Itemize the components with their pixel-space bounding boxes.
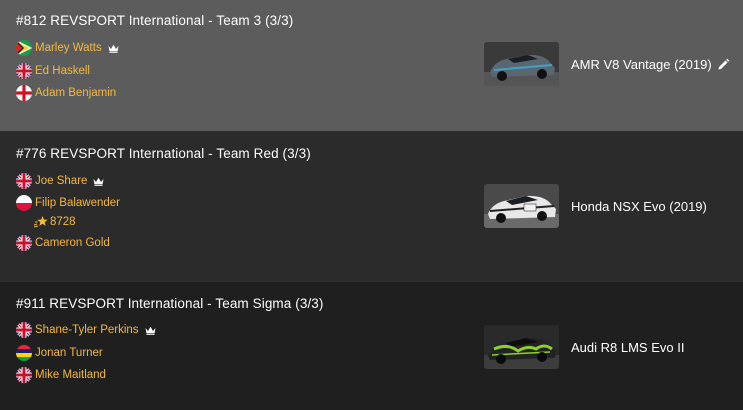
crown-icon — [145, 326, 156, 335]
driver-row[interactable]: Mike Maitland — [16, 367, 106, 383]
edit-icon[interactable] — [717, 58, 730, 71]
entry-row[interactable]: #776 REVSPORT International - Team Red (… — [0, 131, 743, 282]
rating-star-icon — [33, 216, 48, 228]
poland-flag-icon — [16, 195, 32, 211]
driver-name[interactable]: Mike Maitland — [35, 369, 106, 381]
driver-name[interactable]: Cameron Gold — [35, 237, 110, 249]
car-image — [484, 184, 559, 228]
rating-value: 8728 — [50, 216, 76, 228]
car-image — [484, 42, 559, 86]
entry-row[interactable]: #812 REVSPORT International - Team 3 (3/… — [0, 0, 743, 131]
driver-name[interactable]: Adam Benjamin — [35, 87, 116, 99]
team-title: #911 REVSPORT International - Team Sigma… — [16, 296, 324, 311]
driver-row[interactable]: Jonan Turner — [16, 345, 103, 361]
driver-name[interactable]: Ed Haskell — [35, 65, 90, 77]
driver-row[interactable]: Marley Watts — [16, 40, 119, 56]
uk-flag-icon — [16, 173, 32, 189]
car-name: Audi R8 LMS Evo II — [571, 340, 685, 355]
entry-row[interactable]: #911 REVSPORT International - Team Sigma… — [0, 282, 743, 410]
car-name: AMR V8 Vantage (2019) — [571, 57, 712, 72]
uk-flag-icon — [16, 235, 32, 251]
driver-row[interactable]: Adam Benjamin — [16, 85, 116, 101]
crown-icon — [93, 177, 104, 186]
guyana-flag-icon — [16, 40, 32, 56]
team-title: #812 REVSPORT International - Team 3 (3/… — [16, 13, 294, 28]
mauritius-flag-icon — [16, 345, 32, 361]
driver-row[interactable]: Shane-Tyler Perkins — [16, 322, 156, 338]
driver-name[interactable]: Filip Balawender — [35, 197, 120, 209]
uk-flag-icon — [16, 63, 32, 79]
driver-rating: 8728 — [33, 215, 76, 229]
driver-name[interactable]: Shane-Tyler Perkins — [35, 324, 139, 336]
driver-name[interactable]: Marley Watts — [35, 42, 102, 54]
england-flag-icon — [16, 85, 32, 101]
uk-flag-icon — [16, 322, 32, 338]
crown-icon — [108, 44, 119, 53]
uk-flag-icon — [16, 367, 32, 383]
car-name: Honda NSX Evo (2019) — [571, 199, 707, 214]
driver-row[interactable]: Cameron Gold — [16, 235, 110, 251]
driver-row[interactable]: Joe Share — [16, 173, 104, 189]
driver-row[interactable]: Filip Balawender — [16, 195, 120, 211]
driver-name[interactable]: Joe Share — [35, 175, 87, 187]
driver-name[interactable]: Jonan Turner — [35, 347, 103, 359]
car-image — [484, 325, 559, 369]
driver-row[interactable]: Ed Haskell — [16, 63, 90, 79]
team-title: #776 REVSPORT International - Team Red (… — [16, 146, 311, 161]
